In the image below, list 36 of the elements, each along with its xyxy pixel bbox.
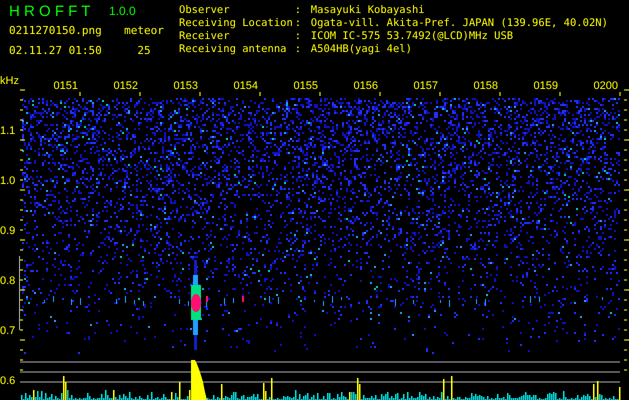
info-separator: : [294, 17, 302, 30]
info-value: Ogata-vill. Akita-Pref. JAPAN (139.96E, 40.02N) [310, 17, 608, 30]
version-label: 1.0.0 [109, 4, 137, 18]
time-label: 0157 [414, 80, 438, 92]
info-separator: : [294, 43, 302, 56]
info-separator: : [294, 4, 302, 17]
info-value: Masayuki Kobayashi [310, 4, 426, 17]
frequency-label: 0.6 [0, 375, 16, 387]
app-title: H R O F F T [9, 2, 92, 20]
meteor-peak [191, 360, 207, 400]
info-value: A504HB(yagi 4el) [310, 43, 413, 56]
time-label: 0158 [474, 80, 498, 92]
filename-label: 0211270150.png [9, 24, 103, 36]
time-label: 0152 [114, 80, 138, 92]
datetime-label: 02.11.27 01:50 [9, 44, 103, 56]
info-value: ICOM IC-575 53.7492(@LCD)MHz USB [310, 30, 514, 43]
info-label: Observer [179, 4, 231, 17]
time-label: 0200 [594, 80, 618, 92]
frequency-label: 1.1 [0, 125, 16, 137]
time-label: 0153 [174, 80, 198, 92]
time-label: 0154 [234, 80, 258, 92]
meteor-label: meteor [123, 24, 165, 36]
meteor-count: 25 [136, 44, 152, 56]
time-label: 0159 [534, 80, 558, 92]
info-separator: : [294, 30, 302, 43]
time-label: 0151 [54, 80, 78, 92]
info-label: Receiving antenna [179, 43, 288, 56]
time-label: 0156 [354, 80, 378, 92]
info-label: Receiver [179, 30, 231, 43]
frequency-label: 0.9 [0, 225, 16, 237]
frequency-label: 1.0 [0, 175, 16, 187]
info-label: Receiving Location [179, 17, 293, 30]
frequency-label: 0.7 [0, 325, 16, 337]
time-label: 0155 [294, 80, 318, 92]
unit-label: kHz [0, 75, 19, 87]
frequency-label: 0.8 [0, 275, 16, 287]
